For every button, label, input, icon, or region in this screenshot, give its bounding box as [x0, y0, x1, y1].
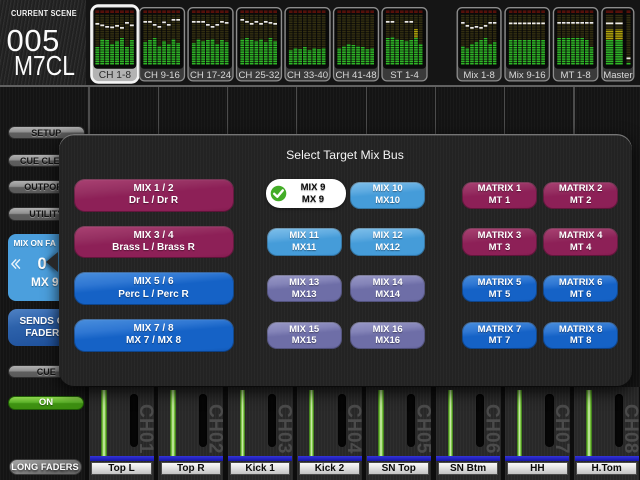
- svg-text:MT 1-8: MT 1-8: [560, 70, 590, 81]
- svg-text:Master: Master: [603, 70, 633, 81]
- svg-text:CH 25-32: CH 25-32: [238, 70, 279, 81]
- svg-text:CH 17-24: CH 17-24: [190, 70, 232, 81]
- svg-text:Mix 1-8: Mix 1-8: [463, 70, 494, 81]
- svg-text:CH 9-16: CH 9-16: [144, 70, 180, 81]
- svg-text:CH 1-8: CH 1-8: [99, 70, 132, 81]
- svg-text:Mix 9-16: Mix 9-16: [509, 70, 546, 81]
- svg-text:CH 33-40: CH 33-40: [287, 70, 328, 81]
- svg-text:ST 1-4: ST 1-4: [390, 70, 419, 81]
- svg-text:CH 41-48: CH 41-48: [335, 70, 376, 81]
